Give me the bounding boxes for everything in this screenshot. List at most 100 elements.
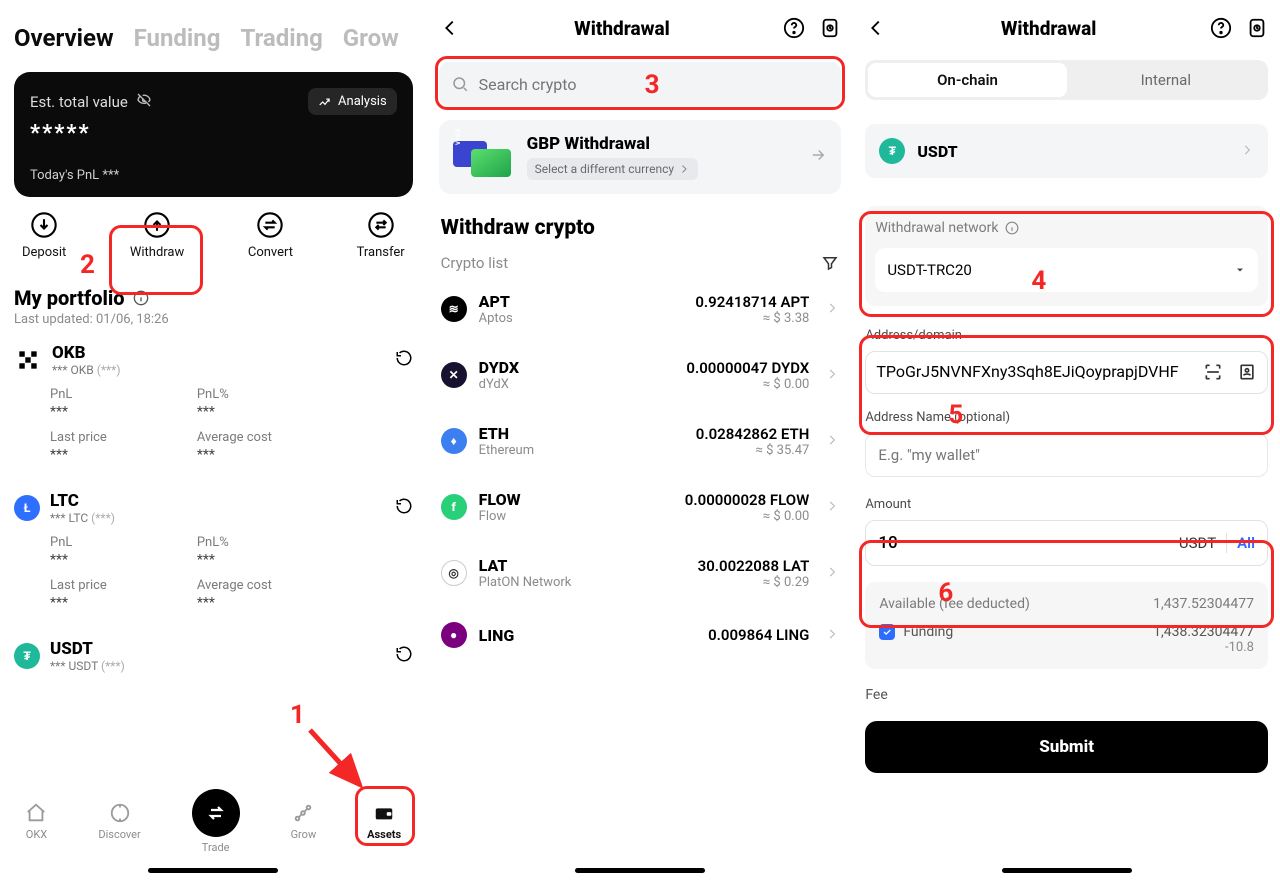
funding-checkbox[interactable] bbox=[879, 624, 895, 640]
network-select[interactable]: USDT-TRC20 bbox=[875, 248, 1258, 292]
fee-label: Fee bbox=[865, 687, 1268, 703]
chevron-down-icon bbox=[1234, 264, 1246, 276]
asset-sub2: (***) bbox=[91, 511, 115, 525]
trade-icon bbox=[192, 789, 240, 837]
nav-okx[interactable]: OKX bbox=[25, 802, 47, 841]
refresh-icon[interactable] bbox=[395, 645, 413, 667]
chart-icon bbox=[318, 95, 332, 109]
bottom-nav: OKX Discover Trade Grow Assets bbox=[0, 787, 427, 855]
nav-discover[interactable]: Discover bbox=[98, 802, 140, 841]
wallet-icon bbox=[373, 802, 395, 824]
annotation-1: 1 bbox=[290, 700, 305, 730]
tab-grow[interactable]: Grow bbox=[343, 24, 399, 52]
coin-selector[interactable]: ₮ USDT bbox=[865, 124, 1268, 178]
quick-actions: Deposit Withdraw Convert Transfer bbox=[0, 197, 427, 268]
asset-sub1: *** OKB bbox=[52, 363, 94, 377]
flow-icon: f bbox=[441, 494, 467, 520]
history-icon[interactable] bbox=[1246, 17, 1268, 39]
chevron-right-icon bbox=[1240, 142, 1254, 161]
deposit-label: Deposit bbox=[22, 245, 66, 260]
crypto-fiat: ≈ $ 3.38 bbox=[695, 311, 809, 326]
crypto-fiat: ≈ $ 0.00 bbox=[686, 377, 809, 392]
crypto-amount: 0.00000028 FLOW bbox=[685, 491, 810, 509]
usdt-icon: ₮ bbox=[14, 643, 40, 669]
seg-internal[interactable]: Internal bbox=[1067, 63, 1265, 97]
withdraw-button[interactable]: Withdraw bbox=[130, 211, 184, 260]
scan-icon[interactable] bbox=[1203, 362, 1223, 382]
back-icon[interactable] bbox=[865, 17, 887, 39]
crypto-symbol: ETH bbox=[479, 424, 534, 443]
ling-icon: ● bbox=[441, 622, 467, 648]
crypto-row-flow[interactable]: f FLOWFlow 0.00000028 FLOW≈ $ 0.00 bbox=[427, 474, 854, 540]
crypto-row-eth[interactable]: ♦ ETHEthereum 0.02842862 ETH≈ $ 35.47 bbox=[427, 408, 854, 474]
asset-row-okb[interactable]: OKB *** OKB (***) PnL***Last price*** Pn… bbox=[0, 329, 427, 477]
convert-label: Convert bbox=[248, 245, 293, 260]
crypto-row-dydx[interactable]: ✕ DYDXdYdX 0.00000047 DYDX≈ $ 0.00 bbox=[427, 342, 854, 408]
nav-grow[interactable]: Grow bbox=[291, 802, 317, 841]
analysis-button[interactable]: Analysis bbox=[308, 88, 397, 115]
refresh-icon[interactable] bbox=[395, 497, 413, 519]
stat-value: *** bbox=[50, 447, 107, 463]
name-input-wrap[interactable] bbox=[865, 433, 1268, 477]
eye-off-icon[interactable] bbox=[136, 92, 152, 112]
funding-value: 1,438.32304477 bbox=[1153, 624, 1254, 640]
help-icon[interactable] bbox=[783, 17, 805, 39]
help-icon[interactable] bbox=[1210, 17, 1232, 39]
crypto-row-lat[interactable]: ◎ LATPlatON Network 30.0022088 LAT≈ $ 0.… bbox=[427, 540, 854, 606]
crypto-fiat: ≈ $ 0.29 bbox=[698, 575, 810, 590]
asset-row-ltc[interactable]: Ł LTC *** LTC (***) PnL***Last price*** … bbox=[0, 477, 427, 625]
fiat-withdraw-card[interactable]: VISA GBP Withdrawal Select a different c… bbox=[439, 120, 842, 194]
nav-trade[interactable]: Trade bbox=[192, 789, 240, 854]
asset-sub2: (***) bbox=[101, 659, 125, 673]
select-currency-button[interactable]: Select a different currency bbox=[527, 158, 698, 180]
stat-value: *** bbox=[197, 552, 272, 568]
crypto-name: Flow bbox=[479, 509, 521, 524]
nav-label: OKX bbox=[26, 828, 47, 841]
back-icon[interactable] bbox=[439, 17, 461, 39]
todays-pnl: Today's PnL *** bbox=[30, 168, 397, 183]
crypto-row-ling[interactable]: ● LING 0.009864 LING bbox=[427, 606, 854, 664]
funding-sub: -10.8 bbox=[1153, 640, 1254, 655]
address-input[interactable]: TPoGrJ5NVNFXny3Sqh8EJiQoyprapjDVHF bbox=[865, 351, 1268, 394]
arrow-right-icon bbox=[809, 146, 827, 168]
deposit-button[interactable]: Deposit bbox=[22, 211, 66, 260]
dydx-icon: ✕ bbox=[441, 362, 467, 388]
asset-row-usdt[interactable]: ₮ USDT *** USDT (***) bbox=[0, 625, 427, 673]
search-field[interactable] bbox=[479, 75, 830, 94]
tab-trading[interactable]: Trading bbox=[240, 24, 322, 52]
upload-icon bbox=[143, 211, 171, 239]
amount-input[interactable]: 10 USDT All bbox=[865, 520, 1268, 566]
crypto-amount: 0.92418714 APT bbox=[695, 293, 809, 311]
transfer-button[interactable]: Transfer bbox=[357, 211, 405, 260]
info-icon[interactable] bbox=[1005, 221, 1019, 235]
search-icon bbox=[451, 75, 469, 93]
screen-withdrawal-list: Withdrawal VISA GBP Withdrawal Select a … bbox=[427, 0, 854, 881]
info-icon[interactable] bbox=[133, 290, 149, 306]
crypto-symbol: FLOW bbox=[479, 490, 521, 509]
network-block: Withdrawal network USDT-TRC20 bbox=[859, 206, 1274, 306]
history-icon[interactable] bbox=[819, 17, 841, 39]
seg-onchain[interactable]: On-chain bbox=[868, 63, 1066, 97]
crypto-name: PlatON Network bbox=[479, 575, 572, 590]
address-book-icon[interactable] bbox=[1237, 362, 1257, 382]
address-label: Address/domain bbox=[865, 328, 1268, 343]
crypto-row-apt[interactable]: ≋ APTAptos 0.92418714 APT≈ $ 3.38 bbox=[427, 276, 854, 342]
search-input[interactable] bbox=[439, 62, 842, 106]
asset-sub1: *** LTC bbox=[50, 511, 88, 525]
chevron-right-icon bbox=[825, 498, 839, 517]
stat-label: PnL bbox=[50, 387, 107, 402]
convert-button[interactable]: Convert bbox=[248, 211, 293, 260]
download-icon bbox=[30, 211, 58, 239]
masked-balance: ***** bbox=[30, 121, 397, 146]
tab-overview[interactable]: Overview bbox=[14, 24, 114, 52]
refresh-icon[interactable] bbox=[395, 349, 413, 371]
amount-all-button[interactable]: All bbox=[1237, 534, 1255, 552]
submit-button[interactable]: Submit bbox=[865, 721, 1268, 773]
name-input[interactable] bbox=[878, 446, 1255, 464]
filter-icon[interactable] bbox=[821, 254, 839, 272]
eth-icon: ♦ bbox=[441, 428, 467, 454]
nav-assets[interactable]: Assets bbox=[367, 802, 401, 841]
name-label: Address Name (optional) bbox=[865, 410, 1268, 425]
tab-funding[interactable]: Funding bbox=[134, 24, 221, 52]
section-title: Withdraw crypto bbox=[427, 194, 854, 244]
